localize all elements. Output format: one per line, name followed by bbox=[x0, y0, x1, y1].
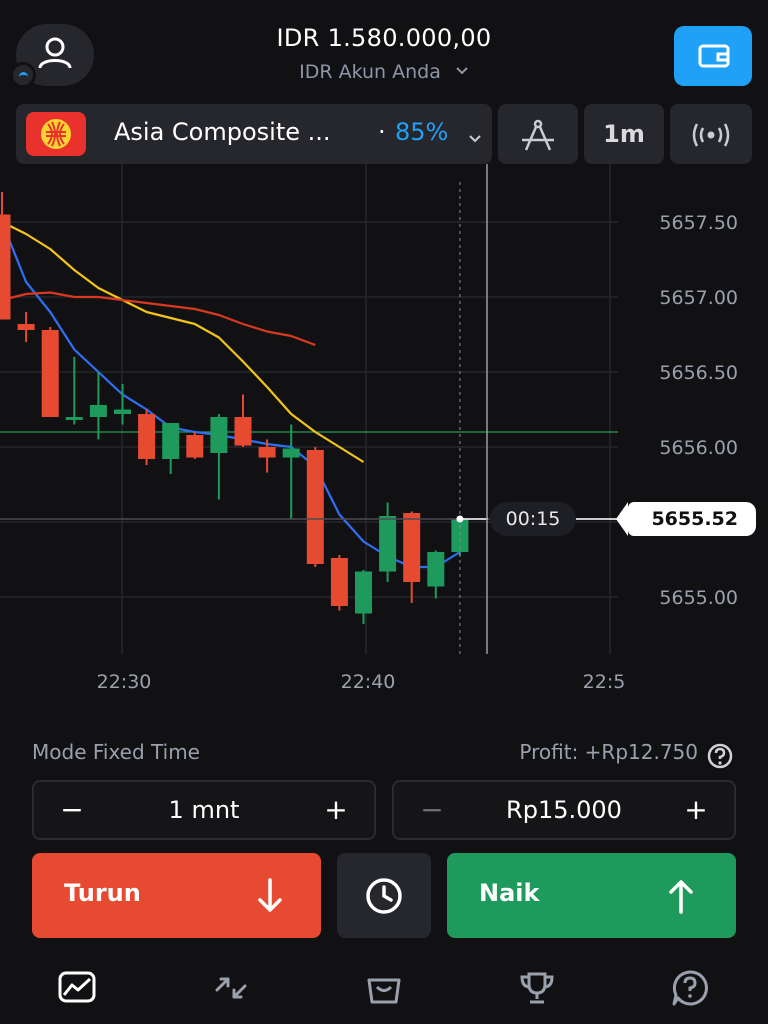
candle-body bbox=[186, 435, 204, 458]
moving-average-line bbox=[0, 221, 461, 569]
nav-support[interactable] bbox=[668, 966, 712, 1010]
wallet-button[interactable] bbox=[674, 26, 752, 86]
asset-selector[interactable]: Asia Composite ... · 85% bbox=[16, 104, 492, 164]
candle-body bbox=[89, 405, 107, 417]
x-tick-label: 22:5 bbox=[583, 671, 626, 693]
market-icon bbox=[367, 978, 401, 1004]
candle-body bbox=[282, 448, 300, 458]
y-tick-label: 5657.00 bbox=[659, 287, 738, 309]
candle-body bbox=[427, 552, 445, 587]
candle-body bbox=[330, 558, 348, 606]
countdown-timer: 00:15 bbox=[490, 502, 576, 536]
duration-value[interactable]: 1 mnt bbox=[94, 782, 314, 838]
amount-stepper: − Rp15.000 + bbox=[392, 780, 736, 840]
candle-body bbox=[17, 324, 35, 330]
asset-separator: · bbox=[378, 118, 386, 146]
signals-button[interactable] bbox=[670, 104, 752, 164]
amount-value[interactable]: Rp15.000 bbox=[454, 782, 674, 838]
chevron-down-icon bbox=[455, 58, 469, 80]
x-tick-label: 22:40 bbox=[341, 671, 396, 693]
y-tick-label: 5657.50 bbox=[659, 212, 738, 234]
candle-body bbox=[306, 450, 324, 564]
trades-icon bbox=[215, 977, 247, 999]
support-icon bbox=[672, 970, 708, 1006]
candle-body bbox=[403, 513, 421, 582]
chart-icon bbox=[58, 971, 96, 1003]
nav-trades[interactable] bbox=[209, 966, 253, 1010]
drawing-tools-icon bbox=[522, 119, 554, 151]
amount-decrease-button[interactable]: − bbox=[402, 782, 462, 838]
candle-body bbox=[114, 409, 131, 414]
duration-decrease-button[interactable]: − bbox=[42, 782, 102, 838]
x-tick-label: 22:30 bbox=[97, 671, 152, 693]
profile-button[interactable] bbox=[10, 24, 94, 88]
profit-label: Profit: +Rp12.750 bbox=[519, 740, 698, 764]
y-tick-label: 5655.00 bbox=[659, 587, 738, 609]
amount-increase-button[interactable]: + bbox=[666, 782, 726, 838]
candle-body bbox=[355, 571, 372, 614]
sell-down-button[interactable]: Turun bbox=[32, 853, 321, 938]
down-button-label: Turun bbox=[64, 879, 141, 907]
current-price-dot bbox=[456, 515, 464, 523]
y-tick-label: 5656.00 bbox=[659, 437, 738, 459]
tournament-icon bbox=[520, 972, 554, 1004]
account-label: IDR Akun Anda bbox=[299, 61, 441, 83]
candle-body bbox=[210, 417, 228, 453]
signal-broadcast-icon bbox=[692, 123, 730, 147]
asset-payout: 85% bbox=[395, 118, 449, 146]
candle-body bbox=[234, 417, 252, 446]
up-button-label: Naik bbox=[479, 879, 540, 907]
candle-body bbox=[41, 330, 59, 417]
user-icon bbox=[38, 37, 72, 69]
asean-flag-icon bbox=[26, 112, 86, 156]
buy-up-button[interactable]: Naik bbox=[447, 853, 736, 938]
arrow-up-icon bbox=[669, 880, 693, 914]
y-tick-label: 5656.50 bbox=[659, 362, 738, 384]
nav-tournament[interactable] bbox=[515, 966, 559, 1010]
account-selector[interactable]: IDR Akun Anda bbox=[200, 58, 568, 83]
account-balance[interactable]: IDR 1.580.000,00 bbox=[200, 24, 568, 52]
nav-chart[interactable] bbox=[55, 966, 99, 1010]
arrow-down-icon bbox=[258, 878, 282, 912]
duration-stepper: − 1 mnt + bbox=[32, 780, 376, 840]
candle-body bbox=[0, 214, 11, 320]
price-chart[interactable]: 5657.50 5657.00 5656.50 5656.00 5655.00 22:3… bbox=[0, 164, 768, 724]
candle-body bbox=[65, 417, 83, 420]
timeframe-button[interactable]: 1m bbox=[584, 104, 664, 164]
current-price-label: 5655.52 bbox=[616, 502, 756, 536]
drawing-tools-button[interactable] bbox=[498, 104, 578, 164]
clock-icon bbox=[366, 878, 402, 914]
candle-body bbox=[162, 423, 180, 459]
duration-increase-button[interactable]: + bbox=[306, 782, 366, 838]
candle-body bbox=[138, 414, 156, 459]
pending-trade-button[interactable] bbox=[337, 853, 431, 938]
status-badge bbox=[10, 62, 36, 88]
candle-body bbox=[379, 516, 397, 572]
chevron-down-icon bbox=[468, 128, 482, 147]
trade-mode-label[interactable]: Mode Fixed Time bbox=[32, 740, 200, 764]
asset-name: Asia Composite ... bbox=[114, 118, 331, 146]
help-icon[interactable] bbox=[706, 742, 734, 774]
wallet-icon bbox=[698, 44, 730, 68]
nav-market[interactable] bbox=[362, 966, 406, 1010]
candle-body bbox=[258, 447, 276, 458]
